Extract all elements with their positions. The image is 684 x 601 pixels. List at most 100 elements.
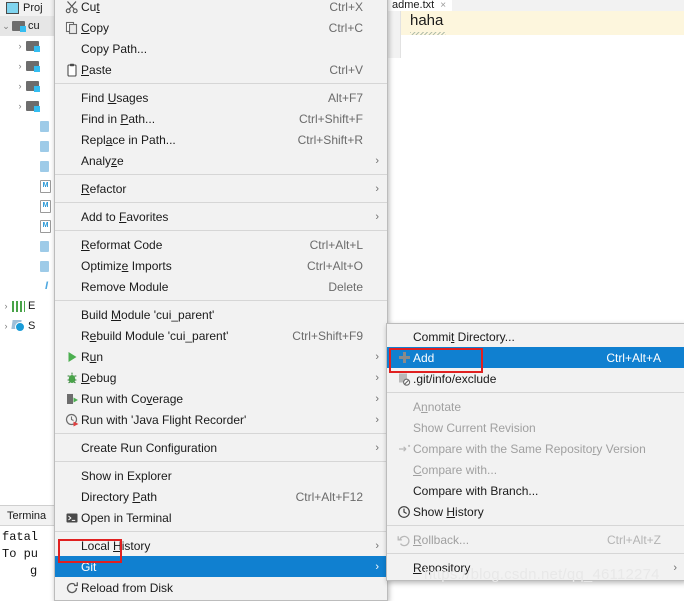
menu-separator	[387, 553, 684, 554]
menu-item-shortcut: Ctrl+Alt+L	[309, 237, 363, 252]
tree-twisty-icon[interactable]: ›	[14, 41, 26, 51]
tree-twisty-icon[interactable]: ›	[0, 301, 12, 311]
git-submenu[interactable]: Commit Directory... Add Ctrl+Alt+A .git/inf…	[386, 323, 684, 581]
menu-item-find-in-path[interactable]: Find in Path... Ctrl+Shift+F	[55, 108, 387, 129]
menu-item-shortcut: Ctrl+Alt+F12	[295, 489, 363, 504]
maven-file-icon: M	[40, 179, 51, 193]
folder-icon	[26, 61, 40, 72]
menu-item-copy-path[interactable]: Copy Path...	[55, 38, 387, 59]
file-icon	[40, 240, 49, 252]
menu-item-debug[interactable]: Debug ›	[55, 367, 387, 388]
tree-row-label: cu	[28, 20, 40, 32]
menu-item-analyze[interactable]: Analyze ›	[55, 150, 387, 171]
menu-item-copy[interactable]: Copy Ctrl+C	[55, 17, 387, 38]
chevron-right-icon: ›	[375, 392, 379, 405]
tree-row-label: E	[28, 300, 36, 312]
folder-icon	[26, 101, 40, 112]
menu-item-label: Optimize Imports	[81, 258, 172, 273]
menu-item-cut[interactable]: Cut Ctrl+X	[55, 0, 387, 17]
menu-item-label: Run with 'Java Flight Recorder'	[81, 412, 247, 427]
italic-file-icon: I	[44, 280, 49, 292]
menu-item-rebuild-module-cui-parent[interactable]: Rebuild Module 'cui_parent' Ctrl+Shift+F9	[55, 325, 387, 346]
tree-twisty-icon[interactable]: ⌄	[0, 21, 12, 31]
file-icon	[40, 140, 49, 152]
menu-item-reload-from-disk[interactable]: Reload from Disk	[55, 577, 387, 598]
menu-item-label: Reload from Disk	[81, 580, 174, 595]
editor-area[interactable]: haha	[386, 11, 684, 58]
menu-item-label: Find Usages	[81, 90, 149, 105]
editor-tab-readme[interactable]: adme.txt ×	[386, 0, 453, 11]
menu-item-label: Run with Coverage	[81, 391, 184, 406]
project-panel-title: Proj	[23, 2, 43, 14]
close-icon[interactable]: ×	[440, 0, 446, 11]
menu-item-label: Git	[81, 559, 97, 574]
menu-separator	[387, 525, 684, 526]
module-context-menu[interactable]: Cut Ctrl+X Copy Ctrl+C Copy Path... Paste Ctrl…	[54, 0, 388, 601]
menu-item-label: Rebuild Module 'cui_parent'	[81, 328, 229, 343]
menu-item-label: Run	[81, 349, 104, 364]
menu-separator	[387, 392, 684, 393]
menu-item-remove-module[interactable]: Remove Module Delete	[55, 276, 387, 297]
menu-item-commit-directory[interactable]: Commit Directory...	[387, 326, 684, 347]
menu-item-run-with-java-flight-recorder[interactable]: Run with 'Java Flight Recorder' ›	[55, 409, 387, 430]
compare-repo-icon	[395, 442, 413, 456]
terminal-tab-label: Termina	[7, 509, 47, 522]
spellcheck-squiggle	[410, 32, 446, 35]
menu-item-shortcut: Ctrl+V	[329, 62, 363, 77]
menu-item-compare-with-branch[interactable]: Compare with Branch...	[387, 480, 684, 501]
menu-item-add[interactable]: Add Ctrl+Alt+A	[387, 347, 684, 368]
menu-item-build-module-cui-parent[interactable]: Build Module 'cui_parent'	[55, 304, 387, 325]
chevron-right-icon: ›	[375, 539, 379, 552]
tree-twisty-icon[interactable]: ›	[14, 101, 26, 111]
menu-item-label: Debug	[81, 370, 117, 385]
menu-item-show-in-explorer[interactable]: Show in Explorer	[55, 465, 387, 486]
menu-item-paste[interactable]: Paste Ctrl+V	[55, 59, 387, 80]
watermark: https://blog.csdn.net/qq_46112274	[424, 566, 660, 583]
menu-item-local-history[interactable]: Local History ›	[55, 535, 387, 556]
project-icon	[6, 2, 19, 14]
chevron-right-icon: ›	[375, 210, 379, 223]
menu-separator	[55, 174, 387, 175]
menu-item-label: Annotate	[413, 399, 462, 414]
menu-item-refactor[interactable]: Refactor ›	[55, 178, 387, 199]
menu-item-directory-path[interactable]: Directory Path Ctrl+Alt+F12	[55, 486, 387, 507]
menu-item-shortcut: Ctrl+Shift+R	[297, 132, 363, 147]
menu-separator	[55, 433, 387, 434]
menu-item-label: .git/info/exclude	[413, 371, 497, 386]
menu-item-add-to-favorites[interactable]: Add to Favorites ›	[55, 206, 387, 227]
menu-item-show-history[interactable]: Show History	[387, 501, 684, 522]
menu-item-label: Compare with Branch...	[413, 483, 539, 498]
menu-item-replace-in-path[interactable]: Replace in Path... Ctrl+Shift+R	[55, 129, 387, 150]
tree-twisty-icon[interactable]: ›	[0, 321, 12, 331]
menu-item-shortcut: Ctrl+Shift+F	[298, 111, 363, 126]
menu-item-optimize-imports[interactable]: Optimize Imports Ctrl+Alt+O	[55, 255, 387, 276]
menu-item-shortcut: Ctrl+Alt+A	[606, 350, 661, 365]
menu-item-git[interactable]: Git ›	[55, 556, 387, 577]
menu-item-create-run-configuration[interactable]: Create Run Configuration ›	[55, 437, 387, 458]
menu-item-run-with-coverage[interactable]: Run with Coverage ›	[55, 388, 387, 409]
menu-item-reformat-code[interactable]: Reformat Code Ctrl+Alt+L	[55, 234, 387, 255]
maven-file-icon: M	[40, 199, 51, 213]
menu-item-find-usages[interactable]: Find Usages Alt+F7	[55, 87, 387, 108]
folder-icon	[26, 41, 40, 52]
tree-twisty-icon[interactable]: ›	[14, 81, 26, 91]
menu-item-open-in-terminal[interactable]: Open in Terminal	[55, 507, 387, 528]
menu-item-label: Open in Terminal	[81, 510, 172, 525]
editor-tab-label: adme.txt	[392, 0, 435, 11]
file-icon	[40, 120, 49, 132]
chevron-right-icon: ›	[673, 561, 677, 574]
folder-module-icon	[12, 21, 26, 32]
menu-item-label: Compare with the Same Repository Version	[413, 441, 646, 456]
menu-item-annotate: Annotate	[387, 396, 684, 417]
menu-item-label: Build Module 'cui_parent'	[81, 307, 215, 322]
menu-item-shortcut: Delete	[328, 279, 363, 294]
menu-item-run[interactable]: Run ›	[55, 346, 387, 367]
menu-item-git-info-exclude[interactable]: .git/info/exclude	[387, 368, 684, 389]
coverage-icon	[63, 392, 81, 406]
chevron-right-icon: ›	[375, 560, 379, 573]
menu-item-label: Add	[413, 350, 435, 365]
tree-twisty-icon[interactable]: ›	[14, 61, 26, 71]
menu-separator	[55, 230, 387, 231]
menu-separator	[55, 461, 387, 462]
menu-item-label: Replace in Path...	[81, 132, 176, 147]
